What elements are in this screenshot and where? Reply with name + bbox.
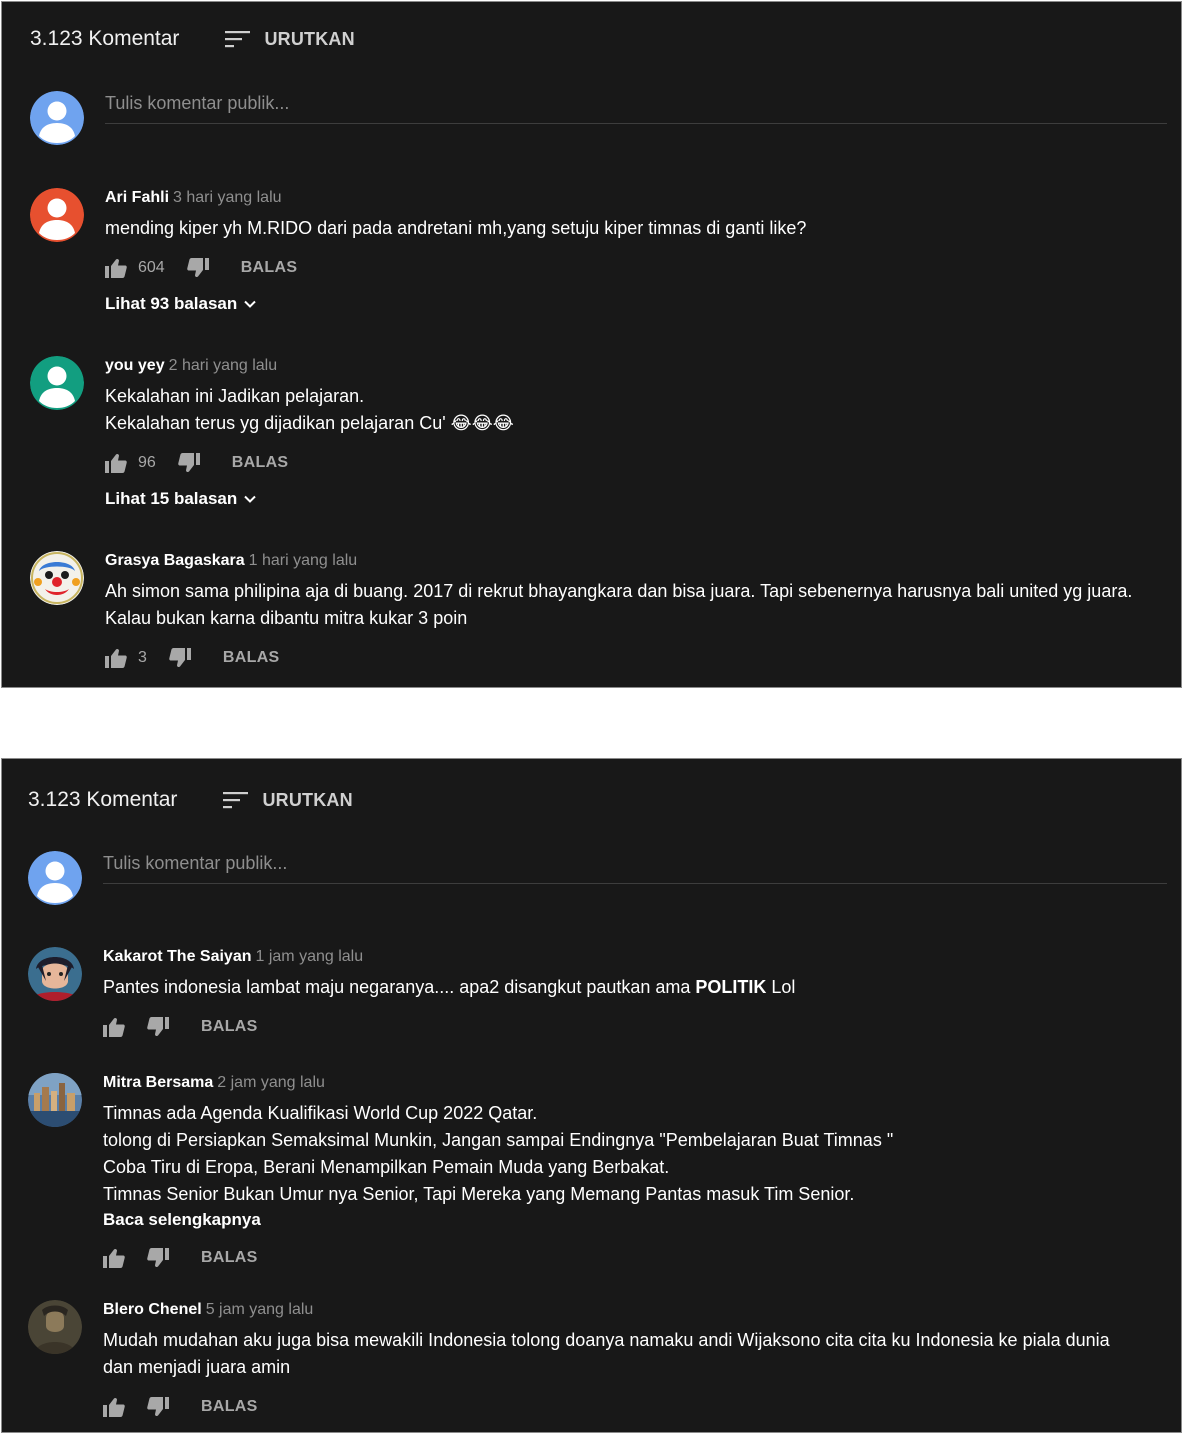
reply-button[interactable]: BALAS — [223, 649, 280, 667]
thumb-up-icon[interactable] — [103, 1397, 125, 1417]
clown-avatar[interactable] — [30, 551, 84, 605]
comment-meta: Mitra Bersama 2 jam yang lalu — [103, 1073, 1167, 1093]
comment-line: Timnas ada Agenda Kualifikasi World Cup … — [103, 1103, 538, 1123]
comment-author[interactable]: Mitra Bersama — [103, 1074, 213, 1091]
default-avatar-icon[interactable] — [30, 188, 84, 242]
comment-time[interactable]: 3 hari yang lalu — [173, 189, 282, 206]
comment-author[interactable]: Blero Chenel — [103, 1301, 202, 1318]
anime-avatar[interactable] — [28, 947, 82, 1001]
comment-author[interactable]: you yey — [105, 357, 165, 374]
comment-text-bold: POLITIK — [695, 977, 767, 997]
comment-text: mending kiper yh M.RIDO dari pada andret… — [105, 215, 1167, 242]
comment-line: Pantes indonesia lambat maju negaranya..… — [103, 974, 1167, 1001]
photo-avatar[interactable] — [28, 1300, 82, 1354]
like-count: 604 — [138, 259, 165, 276]
reply-button[interactable]: BALAS — [201, 1398, 258, 1416]
comment-line: Mudah mudahan aku juga bisa mewakili Ind… — [103, 1330, 1110, 1350]
comment-line: Coba Tiru di Eropa, Berani Menampilkan P… — [103, 1157, 670, 1177]
comment-line: Kekalahan terus yg dijadikan pelajaran C… — [105, 413, 514, 433]
reply-button[interactable]: BALAS — [201, 1249, 258, 1267]
thumb-down-icon[interactable] — [147, 1017, 169, 1037]
comment-actions: 3 BALAS — [105, 646, 1167, 670]
comments-header: 3.123 Komentar URUTKAN — [28, 787, 353, 813]
comment-text-part: Lol — [766, 977, 796, 997]
comment-meta: Kakarot The Saiyan 1 jam yang lalu — [103, 947, 1167, 967]
thumb-down-icon[interactable] — [147, 1397, 169, 1417]
reply-button[interactable]: BALAS — [232, 454, 289, 472]
comment-count: 3.123 Komentar — [30, 27, 180, 50]
comment-input[interactable]: Tulis komentar publik... — [103, 853, 1167, 884]
comments-header: 3.123 Komentar URUTKAN — [30, 26, 355, 52]
view-replies-button[interactable]: Lihat 93 balasan — [105, 292, 1167, 316]
like-count: 3 — [138, 649, 147, 666]
comment-meta: Ari Fahli 3 hari yang lalu — [105, 188, 1167, 208]
thumb-down-icon[interactable] — [187, 258, 209, 278]
comment-time[interactable]: 1 jam yang lalu — [256, 948, 364, 965]
comment-text: Ah simon sama philipina aja di buang. 20… — [105, 578, 1167, 632]
comment-text: Pantes indonesia lambat maju negaranya..… — [103, 974, 1167, 1001]
comment-meta: Grasya Bagaskara 1 hari yang lalu — [105, 551, 1167, 571]
default-avatar-icon — [28, 851, 82, 905]
reply-button[interactable]: BALAS — [201, 1018, 258, 1036]
thumb-down-icon[interactable] — [147, 1248, 169, 1268]
default-avatar-icon — [30, 91, 84, 145]
thumb-down-icon[interactable] — [178, 453, 200, 473]
comment-composer: Tulis komentar publik... — [28, 851, 1167, 907]
comment-meta: Blero Chenel 5 jam yang lalu — [103, 1300, 1167, 1320]
comment-time[interactable]: 1 hari yang lalu — [249, 552, 358, 569]
view-replies-button[interactable]: Lihat 15 balasan — [105, 487, 1167, 511]
thumb-up-icon[interactable] — [103, 1248, 125, 1268]
comment-text: Mudah mudahan aku juga bisa mewakili Ind… — [103, 1327, 1167, 1381]
comments-panel-1: 3.123 Komentar URUTKAN Tulis komentar pu… — [1, 1, 1182, 688]
reply-button[interactable]: BALAS — [241, 259, 298, 277]
comment-author[interactable]: Kakarot The Saiyan — [103, 948, 252, 965]
view-replies-label: Lihat 15 balasan — [105, 489, 238, 508]
sort-label: URUTKAN — [262, 789, 353, 810]
thumb-down-icon[interactable] — [169, 648, 191, 668]
comment-line: Kekalahan ini Jadikan pelajaran. — [105, 386, 365, 406]
comment-line: Kalau bukan karna dibantu mitra kukar 3 … — [105, 608, 468, 628]
comment-actions: 604 BALAS — [105, 256, 1167, 280]
comment-text: Timnas ada Agenda Kualifikasi World Cup … — [103, 1100, 1167, 1208]
sort-label: URUTKAN — [264, 28, 355, 49]
sort-button[interactable]: URUTKAN — [225, 28, 355, 50]
comment-input[interactable]: Tulis komentar publik... — [105, 93, 1167, 124]
comment-count: 3.123 Komentar — [28, 788, 178, 811]
chevron-down-icon — [243, 494, 257, 504]
comment-actions: BALAS — [103, 1246, 1167, 1270]
comment-actions: 96 BALAS — [105, 451, 1167, 475]
comment-actions: BALAS — [103, 1395, 1167, 1419]
thumb-up-icon[interactable] — [105, 648, 127, 668]
sort-button[interactable]: URUTKAN — [223, 789, 353, 811]
comment-author[interactable]: Grasya Bagaskara — [105, 552, 245, 569]
thumb-up-icon[interactable] — [105, 453, 127, 473]
comment-text: Kekalahan ini Jadikan pelajaran. Kekalah… — [105, 383, 1167, 437]
thumb-up-icon[interactable] — [103, 1017, 125, 1037]
comment-line: tolong di Persiapkan Semaksimal Munkin, … — [103, 1130, 894, 1150]
comment-line: dan menjadi juara amin — [103, 1357, 291, 1377]
comment-meta: you yey 2 hari yang lalu — [105, 356, 1167, 376]
chevron-down-icon — [243, 299, 257, 309]
comment-text-part: Pantes indonesia lambat maju negaranya..… — [103, 977, 696, 997]
comment-actions: BALAS — [103, 1015, 1167, 1039]
city-avatar[interactable] — [28, 1073, 82, 1127]
default-avatar-icon[interactable] — [30, 356, 84, 410]
read-more-link[interactable]: Baca selengkapnya — [103, 1208, 1167, 1232]
comments-panel-2: 3.123 Komentar URUTKAN Tulis komentar pu… — [1, 758, 1182, 1433]
comment-author[interactable]: Ari Fahli — [105, 189, 169, 206]
comment-line: Ah simon sama philipina aja di buang. 20… — [105, 581, 1133, 601]
comment-line: mending kiper yh M.RIDO dari pada andret… — [105, 218, 807, 238]
comment-line: Timnas Senior Bukan Umur nya Senior, Tap… — [103, 1184, 855, 1204]
view-replies-label: Lihat 93 balasan — [105, 294, 238, 313]
comment-composer: Tulis komentar publik... — [30, 91, 1167, 147]
sort-icon — [223, 791, 248, 809]
like-count: 96 — [138, 454, 156, 471]
thumb-up-icon[interactable] — [105, 258, 127, 278]
sort-icon — [225, 30, 250, 48]
comment-time[interactable]: 2 hari yang lalu — [169, 357, 278, 374]
comment-time[interactable]: 2 jam yang lalu — [217, 1074, 325, 1091]
comment-time[interactable]: 5 jam yang lalu — [206, 1301, 314, 1318]
